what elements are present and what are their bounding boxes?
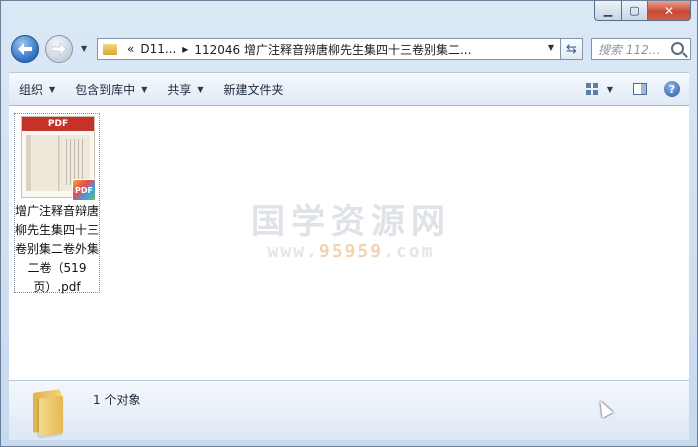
chevron-down-icon: ▼ <box>141 84 148 94</box>
share-label: 共享 <box>167 82 192 97</box>
forward-button[interactable] <box>45 35 73 63</box>
navigation-bar: ▼ « D11... ▸ 112046 增广注释音辩唐柳先生集四十三卷别集二..… <box>9 33 691 67</box>
explorer-window: ▁ ▢ ✕ ▼ « D11... ▸ 112046 增广注释音辩唐柳先生集四十三… <box>0 0 698 447</box>
preview-pane-icon <box>633 83 647 95</box>
file-name[interactable]: 增广注释音辩唐柳先生集四十三卷别集二卷外集二卷（519页）.pdf <box>15 202 99 297</box>
refresh-button[interactable]: ⇆ <box>561 38 583 60</box>
search-placeholder: 搜索 112... <box>598 42 661 57</box>
recent-pages-dropdown[interactable]: ▼ <box>81 44 87 53</box>
pdf-badge-icon: PDF <box>72 179 96 201</box>
organize-label: 组织 <box>19 82 44 97</box>
watermark-url: www.95959.com <box>267 241 435 262</box>
new-folder-label: 新建文件夹 <box>223 82 284 97</box>
breadcrumb-current[interactable]: 112046 增广注释音辩唐柳先生集四十三卷别集二... <box>194 41 471 58</box>
chevron-down-icon: ▼ <box>197 84 204 94</box>
pdf-thumbnail: PDF PDF <box>21 116 96 201</box>
folder-icon <box>103 43 117 55</box>
arrow-right-icon <box>52 43 66 55</box>
caption-buttons: ▁ ▢ ✕ <box>594 1 691 22</box>
help-button[interactable]: ? <box>661 79 683 99</box>
change-view-button[interactable] <box>581 79 603 99</box>
address-bar[interactable]: « D11... ▸ 112046 增广注释音辩唐柳先生集四十三卷别集二... … <box>97 38 561 60</box>
include-library-label: 包含到库中 <box>75 82 136 97</box>
watermark-title: 国学资源网 <box>251 202 451 242</box>
details-pane: 1 个对象 <box>9 380 689 440</box>
preview-pane-button[interactable] <box>629 79 651 99</box>
close-button[interactable]: ✕ <box>648 1 691 21</box>
breadcrumb-separator[interactable]: ▸ <box>182 42 188 56</box>
new-folder-button[interactable]: 新建文件夹 <box>214 73 294 105</box>
view-grid-icon <box>586 83 598 95</box>
maximize-button[interactable]: ▢ <box>622 1 648 21</box>
back-button[interactable] <box>11 35 39 63</box>
arrow-left-icon <box>18 43 32 55</box>
help-icon: ? <box>664 81 680 97</box>
pdf-thumb-label: PDF <box>22 117 94 131</box>
watermark: 国学资源网 www.95959.com <box>241 194 461 262</box>
command-bar-right: ▼ ? <box>575 73 689 105</box>
organize-menu[interactable]: 组织 ▼ <box>9 73 65 105</box>
refresh-icon: ⇆ <box>566 41 577 57</box>
file-item[interactable]: PDF PDF 增广注释音辩唐柳先生集四十三卷别集二卷外集二卷（519页）.pd… <box>14 113 100 294</box>
minimize-button[interactable]: ▁ <box>594 1 622 21</box>
include-in-library-menu[interactable]: 包含到库中 ▼ <box>65 73 157 105</box>
chevron-down-icon: ▼ <box>49 84 56 94</box>
address-dropdown-icon[interactable]: ▼ <box>548 43 554 52</box>
breadcrumb-overflow[interactable]: « <box>127 42 134 56</box>
item-count: 1 个对象 <box>93 393 141 407</box>
share-menu[interactable]: 共享 ▼ <box>157 73 213 105</box>
search-input[interactable]: 搜索 112... <box>591 38 691 60</box>
command-bar: 组织 ▼ 包含到库中 ▼ 共享 ▼ 新建文件夹 ▼ ? <box>9 72 689 106</box>
file-list[interactable]: PDF PDF 增广注释音辩唐柳先生集四十三卷别集二卷外集二卷（519页）.pd… <box>9 106 689 380</box>
view-options-dropdown[interactable]: ▼ <box>603 79 617 99</box>
folder-icon <box>29 389 65 437</box>
breadcrumb-root[interactable]: D11... <box>140 42 176 56</box>
search-icon <box>671 42 684 55</box>
